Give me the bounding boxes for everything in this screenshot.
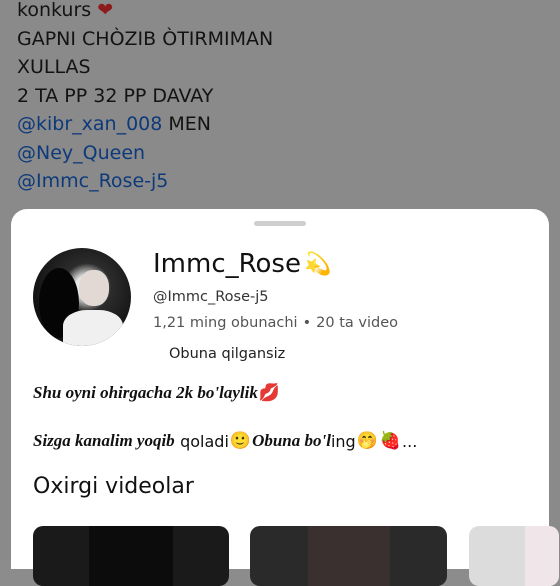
mention-link[interactable]: @kibr_xan_008 (17, 113, 162, 135)
channel-name: Immc_Rose (153, 249, 301, 279)
thumbnail-image (89, 526, 173, 586)
subscribed-status-button[interactable]: Obuna qilgansiz (169, 346, 285, 362)
channel-handle: @Immc_Rose-j5 (153, 289, 269, 305)
channel-info-sheet: Immc_Rose 💫 @Immc_Rose-j5 1,21 ming obun… (11, 209, 559, 586)
channel-name-row: Immc_Rose 💫 (153, 249, 331, 279)
recent-videos-title: Oxirgi videolar (33, 474, 194, 499)
chat-message-lines: konkurs ❤ GAPNI CHÒZIB ÒTIRMIMAN XULLAS … (17, 0, 273, 196)
chat-line-5: @kibr_xan_008 MEN (17, 113, 212, 135)
chat-line-4: 2 TA PP 32 PP DAVAY (17, 84, 214, 107)
thumbnail-image (308, 526, 390, 586)
strawberry-icon: 🍓 (379, 431, 402, 451)
chat-line-7: @Immc_Rose-j5 (17, 167, 273, 196)
avatar-face-shape (79, 270, 109, 306)
video-thumbnail[interactable] (33, 526, 229, 586)
video-thumbnail[interactable] (469, 526, 559, 586)
shy-face-icon: 🤭 (356, 431, 378, 451)
mention-link[interactable]: @Immc_Rose-j5 (17, 170, 168, 192)
chat-line-6: @Ney_Queen (17, 139, 273, 168)
subscriber-count: 1,21 ming obunachi (153, 315, 298, 331)
bio-line-2: Sizga kanalim yoqib qoladi 🙂 Obuna bo'l ing… (33, 431, 418, 451)
chat-line-2: GAPNI CHÒZIB ÒTIRMIMAN (17, 27, 274, 50)
bio-line-1: Shu oyni ohirgacha 2k bo'laylik 💋 (33, 383, 280, 403)
video-count: 20 ta video (316, 315, 399, 331)
dizzy-icon: 💫 (303, 251, 332, 277)
mention-link[interactable]: @Ney_Queen (17, 142, 145, 164)
chat-line-3: XULLAS (17, 56, 91, 78)
sheet-drag-handle[interactable] (254, 221, 306, 226)
smile-icon: 🙂 (229, 431, 252, 451)
kiss-mark-icon: 💋 (258, 383, 280, 403)
video-thumbnail[interactable] (250, 526, 447, 586)
channel-avatar[interactable] (33, 248, 131, 346)
heart-icon: ❤ (97, 0, 114, 21)
channel-stats: 1,21 ming obunachi • 20 ta video (153, 315, 398, 331)
thumbnail-image (525, 526, 559, 586)
avatar-shirt-shape (63, 310, 123, 346)
separator-dot: • (302, 315, 312, 331)
chat-line-1: konkurs ❤ (17, 0, 114, 21)
